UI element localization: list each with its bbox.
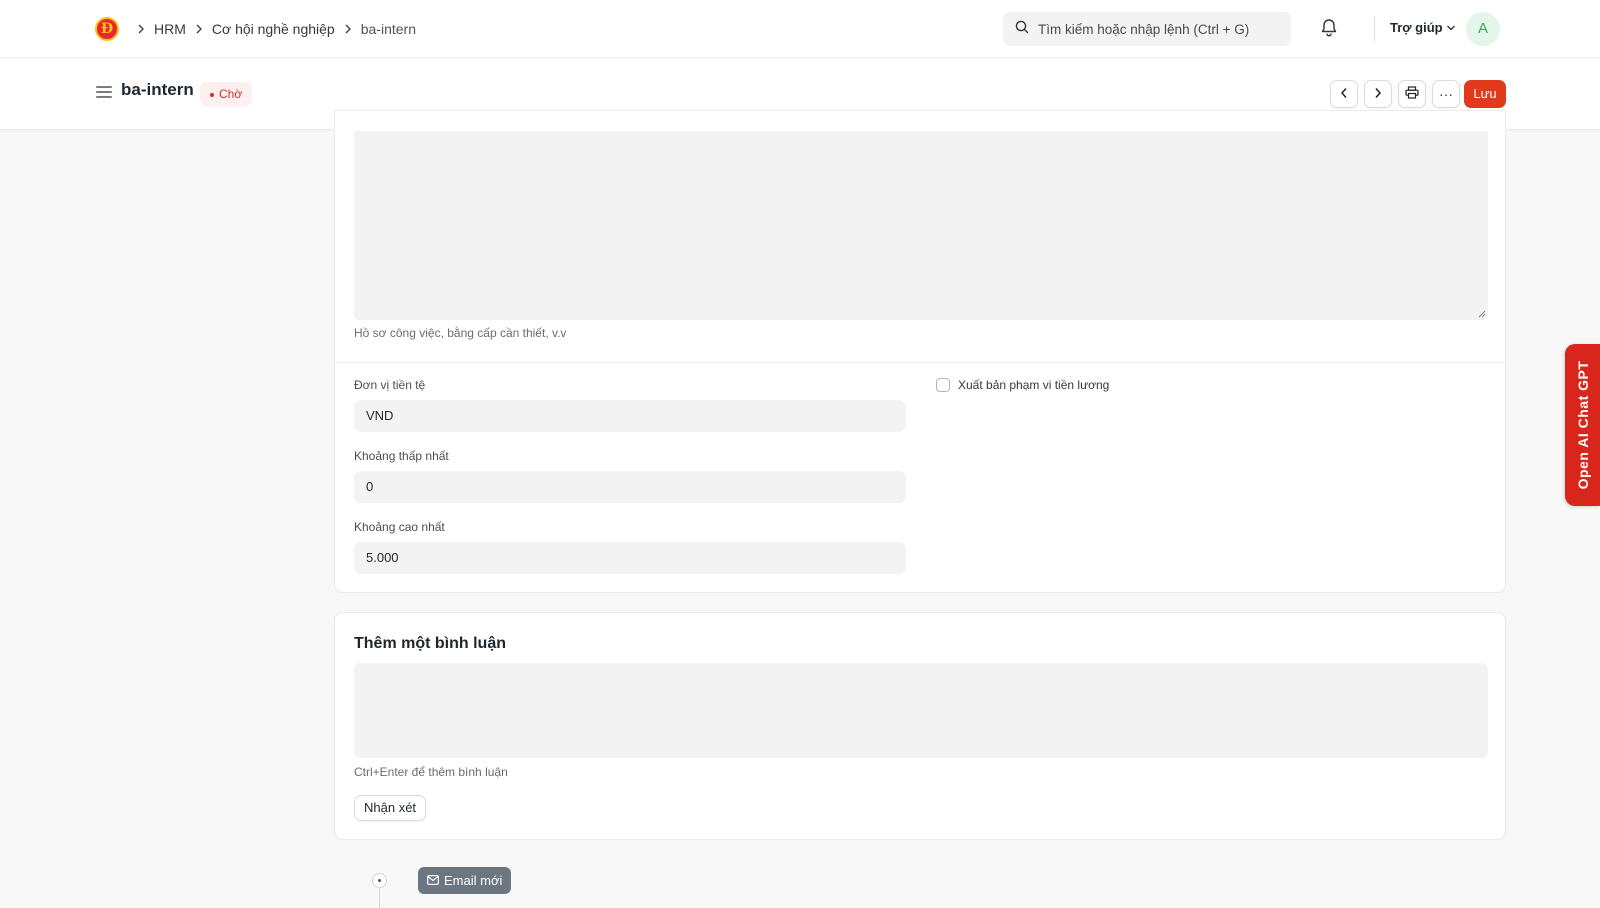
next-doc-button[interactable] [1364,80,1392,108]
upper-range-field[interactable]: 5.000 [354,542,906,574]
comment-hint: Ctrl+Enter để thêm bình luận [354,765,508,779]
new-email-button[interactable]: Email mới [418,867,512,894]
comment-input[interactable] [354,663,1488,758]
search-icon [1015,20,1029,39]
chevron-left-icon [1340,86,1348,102]
save-button[interactable]: Lưu [1464,80,1506,108]
breadcrumb: HRM Cơ hội nghề nghiệp ba-intern [128,19,416,39]
chevron-right-icon [195,24,203,34]
upper-range-label: Khoảng cao nhất [354,520,445,534]
chevron-down-icon [1446,20,1456,35]
mail-icon [427,873,439,888]
help-dropdown[interactable]: Trợ giúp [1390,20,1456,35]
breadcrumb-item-job-opening[interactable]: Cơ hội nghề nghiệp [212,21,335,37]
comment-submit-button[interactable]: Nhận xét [354,795,427,821]
lower-range-label: Khoảng thấp nhất [354,449,449,463]
new-email-label: Email mới [444,873,503,888]
publish-salary-label: Xuất bản phạm vi tiền lương [958,378,1110,392]
section-divider [335,362,1505,363]
lower-range-field[interactable]: 0 [354,471,906,503]
print-button[interactable] [1398,80,1426,108]
more-actions-button[interactable]: ··· [1432,80,1460,108]
sidebar-toggle-icon[interactable] [96,86,112,98]
currency-field[interactable]: VND [354,400,906,432]
comment-title: Thêm một bình luận [354,635,506,652]
job-opening-form-card: Hồ sơ công việc, bằng cấp cần thiết, v.v… [334,110,1506,593]
search-placeholder: Tìm kiếm hoặc nhập lệnh (Ctrl + G) [1038,21,1250,37]
ai-chat-tab[interactable]: Open AI Chat GPT [1565,344,1600,506]
resize-handle-icon[interactable] [1478,310,1486,318]
publish-salary-option[interactable]: Xuất bản phạm vi tiền lương [936,378,1109,392]
previous-doc-button[interactable] [1330,80,1358,108]
chevron-right-icon [344,24,352,34]
search-bar[interactable]: Tìm kiếm hoặc nhập lệnh (Ctrl + G) [1003,12,1291,46]
avatar[interactable]: A [1466,12,1500,46]
chevron-right-icon [1374,86,1382,102]
app-logo-icon[interactable]: Đ [95,17,119,41]
navbar-divider [1374,16,1375,42]
timeline-dot [372,873,387,888]
top-navbar: Đ HRM Cơ hội nghề nghiệp ba-intern Tìm k… [0,0,1600,58]
comment-card: Thêm một bình luận Ctrl+Enter để thêm bì… [334,612,1506,840]
chevron-right-icon [137,24,145,34]
notification-bell-icon[interactable] [1320,18,1340,40]
status-badge: Chờ [200,82,253,106]
publish-salary-checkbox[interactable] [936,378,950,392]
currency-label: Đơn vị tiền tệ [354,378,426,392]
description-textarea[interactable] [354,131,1488,320]
printer-icon [1405,86,1419,102]
ai-chat-label: Open AI Chat GPT [1574,360,1591,490]
description-hint: Hồ sơ công việc, bằng cấp cần thiết, v.v [354,326,567,340]
help-label: Trợ giúp [1390,20,1443,35]
breadcrumb-item-current[interactable]: ba-intern [361,21,416,37]
page-title: ba-intern [121,80,194,99]
breadcrumb-item-hrm[interactable]: HRM [154,21,186,37]
more-icon: ··· [1439,86,1453,102]
